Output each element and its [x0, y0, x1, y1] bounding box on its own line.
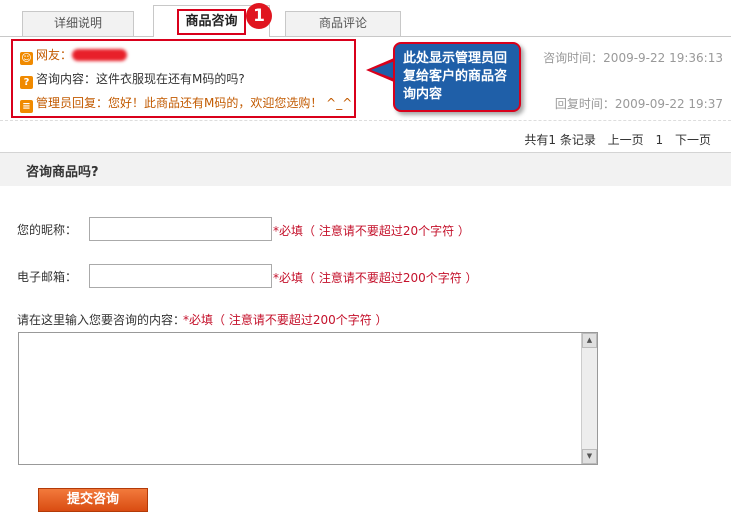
- email-label: 电子邮箱：: [17, 270, 78, 284]
- tab-bar: 详细说明 商品咨询 商品评论: [0, 0, 731, 37]
- callout-pointer-fill: [371, 61, 395, 79]
- reply-time: 回复时间：2009-09-22 19:37: [554, 97, 723, 111]
- email-input[interactable]: [89, 264, 272, 288]
- prev-page-link[interactable]: 上一页: [608, 133, 644, 147]
- tab-reviews[interactable]: 商品评论: [285, 11, 401, 36]
- textarea-scrollbar[interactable]: ▲ ▼: [581, 333, 597, 464]
- nickname-label: 您的昵称：: [17, 223, 78, 237]
- reply-label: 管理员回复：: [36, 96, 109, 110]
- content-textarea[interactable]: ▲ ▼: [18, 332, 598, 465]
- consult-reply-row: ≡ 管理员回复：您好！此商品还有M码的，欢迎您选购！ ^_^: [20, 94, 352, 113]
- scroll-up-arrow-icon[interactable]: ▲: [582, 333, 597, 348]
- question-text: 这件衣服现在还有M码的吗?: [96, 72, 245, 86]
- step-number-badge: 1: [246, 3, 272, 29]
- content-label: 请在这里输入您要咨询的内容：: [17, 313, 186, 327]
- question-icon: ?: [20, 76, 33, 89]
- user-icon: ☺: [20, 52, 33, 65]
- consult-form-header: 咨询商品吗?: [0, 152, 731, 186]
- email-required-hint: *必填（ 注意请不要超过200个字符 ）: [273, 271, 478, 285]
- reply-text: 您好！此商品还有M码的，欢迎您选购！ ^_^: [108, 96, 353, 110]
- reply-icon: ≡: [20, 100, 33, 113]
- nickname-input[interactable]: [89, 217, 272, 241]
- consultation-entry: ☺ 网友： ? 咨询内容：这件衣服现在还有M码的吗? ≡ 管理员回复：您好！此商品还有…: [11, 39, 356, 118]
- tab-consultation-label: 商品咨询: [177, 9, 246, 35]
- consult-question-row: ? 咨询内容：这件衣服现在还有M码的吗?: [20, 70, 245, 89]
- submit-consultation-button[interactable]: 提交咨询: [38, 488, 148, 512]
- consult-user-row: ☺ 网友：: [20, 46, 128, 65]
- question-label: 咨询内容：: [36, 72, 97, 86]
- current-page: 1: [655, 133, 664, 147]
- consult-form-title: 咨询商品吗?: [26, 165, 99, 180]
- annotation-callout: 此处显示管理员回复给客户的商品咨询内容: [393, 42, 521, 112]
- consult-time: 咨询时间：2009-9-22 19:36:13: [543, 51, 723, 65]
- next-page-link[interactable]: 下一页: [675, 133, 711, 147]
- divider: [0, 120, 731, 121]
- scroll-down-arrow-icon[interactable]: ▼: [582, 449, 597, 464]
- content-required-hint: *必填（ 注意请不要超过200个字符 ）: [183, 313, 388, 327]
- redacted-username: [72, 49, 128, 61]
- tab-details[interactable]: 详细说明: [22, 11, 134, 36]
- pagination: 共有1 条记录 上一页 1 下一页: [524, 131, 711, 148]
- record-count: 共有1 条记录: [524, 133, 596, 147]
- nickname-required-hint: *必填（ 注意请不要超过20个字符 ）: [273, 224, 470, 238]
- user-label: 网友：: [36, 48, 73, 62]
